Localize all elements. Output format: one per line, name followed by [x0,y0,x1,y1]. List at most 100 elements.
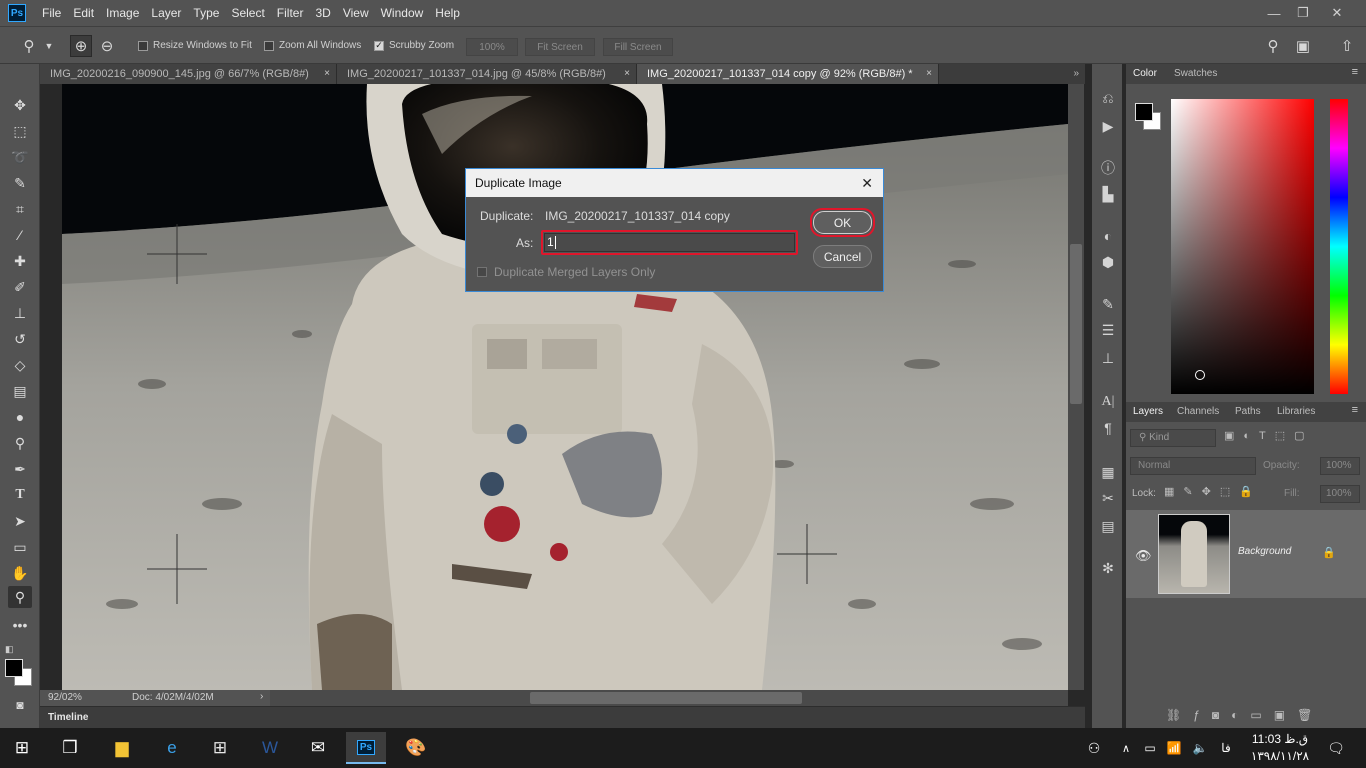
tab-libraries[interactable]: Libraries [1277,406,1315,417]
clone-source-icon[interactable]: ⊥ [1097,348,1119,368]
panel-menu-icon[interactable]: ≡ [1352,404,1358,416]
marquee-tool-icon[interactable]: ⬚ [8,120,32,142]
zoom-level[interactable]: 92/02% [48,692,82,703]
menu-layer[interactable]: Layer [145,0,187,26]
hand-tool-icon[interactable]: ✋ [8,562,32,584]
info-icon[interactable]: ⓘ [1097,158,1119,178]
notifications-icon[interactable]: 🗨 [1318,732,1354,764]
stamp-tool-icon[interactable]: ⊥ [8,302,32,324]
resize-windows-option[interactable]: Resize Windows to Fit [138,40,252,51]
menu-file[interactable]: File [36,0,67,26]
mail-icon[interactable]: ✉ [298,732,338,764]
quick-mask-icon[interactable]: ◙ [8,694,32,716]
3d-icon[interactable]: ⬢ [1097,252,1119,272]
cancel-button[interactable]: Cancel [813,245,872,268]
tab-document-3[interactable]: IMG_20200217_101337_014 copy @ 92% (RGB/… [637,64,939,84]
move-tool-icon[interactable]: ✥ [8,94,32,116]
menu-select[interactable]: Select [225,0,270,26]
color-field[interactable] [1171,99,1314,394]
blur-tool-icon[interactable]: ● [8,406,32,428]
scrubby-zoom-option[interactable]: ✓ Scrubby Zoom [374,40,454,51]
zoom-all-option[interactable]: Zoom All Windows [264,40,361,51]
restore-button[interactable]: ❐ [1289,0,1317,26]
actions-icon[interactable]: ▶ [1097,116,1119,136]
brush-settings-icon[interactable]: ✎ [1097,294,1119,314]
measurement-icon[interactable]: ✻ [1097,558,1119,578]
rectangle-tool-icon[interactable]: ▭ [8,536,32,558]
menu-window[interactable]: Window [375,0,430,26]
dodge-tool-icon[interactable]: ⚲ [8,432,32,454]
tab-document-1[interactable]: IMG_20200216_090900_145.jpg @ 66/7% (RGB… [40,64,337,84]
menu-type[interactable]: Type [187,0,225,26]
path-select-tool-icon[interactable]: ➤ [8,510,32,532]
menu-image[interactable]: Image [100,0,145,26]
crop-tool-icon[interactable]: ⌗ [8,198,32,220]
paragraph-icon[interactable]: ¶ [1097,418,1119,438]
more-tools-icon[interactable]: ••• [8,614,32,636]
menu-3d[interactable]: 3D [309,0,336,26]
tab-document-2[interactable]: IMG_20200217_101337_014.jpg @ 45/8% (RGB… [337,64,637,84]
chevron-down-icon[interactable]: ▼ [38,35,60,57]
zoom-100-button[interactable]: 100% [466,38,518,56]
eraser-tool-icon[interactable]: ◇ [8,354,32,376]
healing-tool-icon[interactable]: ✚ [8,250,32,272]
menu-edit[interactable]: Edit [67,0,100,26]
resize-windows-checkbox[interactable] [138,40,148,51]
vertical-scrollbar[interactable] [1068,84,1084,690]
network-icon[interactable]: 📶 [1164,732,1184,764]
tool-presets-icon[interactable]: ✂ [1097,488,1119,508]
vertical-scroll-thumb[interactable] [1070,244,1082,404]
adjustments-icon[interactable]: ◐ [1097,226,1119,246]
horizontal-scrollbar[interactable] [270,690,1068,706]
share-icon[interactable]: ⇧ [1336,35,1358,57]
hue-slider[interactable] [1330,99,1348,394]
scrubby-zoom-checkbox[interactable]: ✓ [374,40,384,51]
fit-screen-button[interactable]: Fit Screen [525,38,595,56]
volume-icon[interactable]: 🔈 [1190,732,1210,764]
type-tool-icon[interactable]: T [8,484,32,506]
status-menu-arrow[interactable]: › [260,691,263,702]
task-view-icon[interactable]: ❒ [50,732,90,764]
tab-color[interactable]: Color [1133,68,1157,79]
panel-menu-icon[interactable]: ≡ [1352,66,1358,78]
clock-date[interactable]: ۱۳۹۸/۱۱/۲۸ [1250,749,1310,763]
notes-icon[interactable]: ▤ [1097,516,1119,536]
lock-icons[interactable]: ▦✎✥⬚🔒 [1164,485,1262,498]
fill-screen-button[interactable]: Fill Screen [603,38,673,56]
file-explorer-icon[interactable]: ▆ [102,732,142,764]
tab-swatches[interactable]: Swatches [1174,68,1217,79]
layer-name[interactable]: Background [1238,546,1291,557]
word-icon[interactable]: W [250,732,290,764]
fill-input[interactable]: 100% [1320,485,1360,503]
clock-time[interactable]: 11:03 ق.ظ [1250,732,1310,746]
brush-tool-icon[interactable]: ✐ [8,276,32,298]
color-fg-swatch[interactable] [1135,103,1153,121]
layer-filter-icons[interactable]: ▣◐T⬚▢ [1224,429,1352,447]
visibility-eye-icon[interactable]: 👁 [1135,548,1152,564]
horizontal-scroll-thumb[interactable] [530,692,802,704]
store-icon[interactable]: ⊞ [200,732,240,764]
tabs-overflow-icon[interactable]: » [1073,64,1079,84]
workspace-icon[interactable]: ▣ [1292,35,1314,57]
minimize-button[interactable]: — [1260,0,1288,26]
eyedropper-tool-icon[interactable]: ⁄ [8,224,32,246]
battery-icon[interactable]: ▭ [1140,732,1160,764]
histogram-icon[interactable]: ▙ [1097,184,1119,204]
opacity-input[interactable]: 100% [1320,457,1360,475]
tab-paths[interactable]: Paths [1235,406,1261,417]
search-icon[interactable]: ⚲ [1262,35,1284,57]
default-colors-icon[interactable]: ◧ [5,644,14,654]
tab-channels[interactable]: Channels [1177,406,1219,417]
layers-footer-icons[interactable]: ⛓ƒ◙◐▭▣🗑 [1166,708,1324,722]
menu-filter[interactable]: Filter [271,0,310,26]
lasso-tool-icon[interactable]: ➰ [8,146,32,168]
blend-mode-select[interactable]: Normal [1130,457,1256,475]
menu-help[interactable]: Help [429,0,466,26]
close-tab-icon[interactable]: × [324,64,330,84]
timeline-tab[interactable]: Timeline [48,712,88,723]
photoshop-taskbar-icon[interactable]: Ps [346,732,386,764]
close-tab-icon[interactable]: × [926,64,932,84]
zoom-all-checkbox[interactable] [264,40,274,51]
zoom-tool-icon[interactable]: ⚲ [8,586,32,608]
show-hidden-icons[interactable]: ∧ [1116,732,1136,764]
